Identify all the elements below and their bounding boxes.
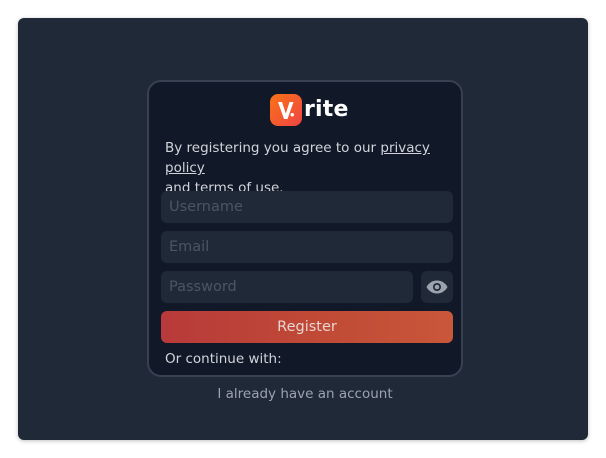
register-button[interactable]: Register: [161, 311, 453, 343]
terms-notice: By registering you agree to our privacy …: [165, 138, 455, 198]
email-input[interactable]: [161, 231, 453, 263]
toggle-password-visibility-button[interactable]: [421, 271, 453, 303]
terms-prefix: By registering you agree to our: [165, 140, 381, 156]
app-window: rite By registering you agree to our pri…: [18, 18, 588, 440]
username-input[interactable]: [161, 191, 453, 223]
password-input[interactable]: [161, 271, 413, 303]
logo-text: rite: [304, 97, 349, 122]
vrite-logo-mark: [270, 94, 302, 126]
logo-v-icon: [278, 102, 294, 119]
existing-account-link[interactable]: I already have an account: [147, 384, 463, 404]
vrite-logo: rite: [270, 93, 349, 127]
continue-with-label: Or continue with:: [165, 351, 282, 367]
register-card: rite By registering you agree to our pri…: [147, 80, 463, 377]
eye-icon: [426, 280, 448, 294]
